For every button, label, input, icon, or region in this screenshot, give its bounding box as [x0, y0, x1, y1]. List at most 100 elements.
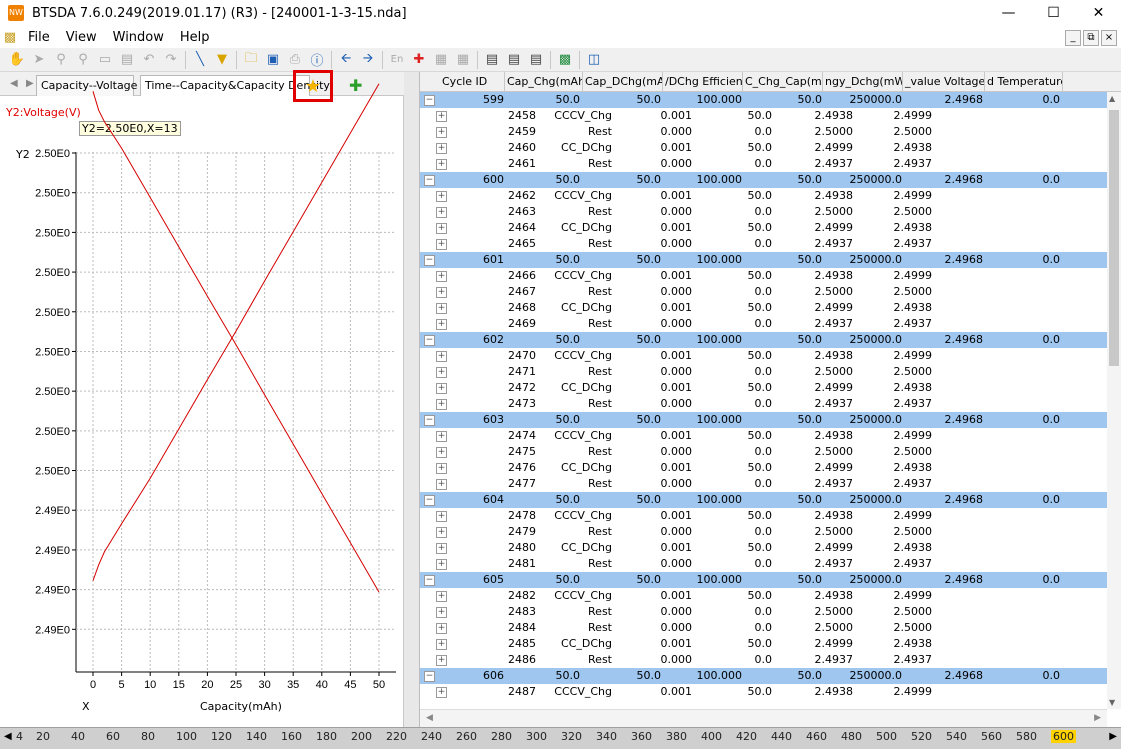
expand-icon[interactable]: + — [436, 527, 447, 538]
step-row[interactable]: +2487 CCCV_Chg 0.001 50.0 2.4938 2.4999 — [420, 684, 1107, 700]
step-row[interactable]: +2474 CCCV_Chg 0.001 50.0 2.4938 2.4999 — [420, 428, 1107, 444]
step-row[interactable]: +2459 Rest 0.000 0.0 2.5000 2.5000 — [420, 124, 1107, 140]
collapse-icon[interactable]: − — [424, 95, 435, 106]
step-row[interactable]: +2482 CCCV_Chg 0.001 50.0 2.4938 2.4999 — [420, 588, 1107, 604]
vertical-scrollbar[interactable]: ▲ ▼ — [1107, 92, 1121, 709]
grid2-icon[interactable]: ▦ — [452, 50, 474, 70]
open-icon[interactable]: 🗀 — [240, 50, 262, 70]
ruler-tick[interactable]: 440 — [771, 730, 792, 743]
expand-icon[interactable]: + — [436, 159, 447, 170]
scroll-thumb[interactable] — [1109, 110, 1119, 366]
step-row[interactable]: +2471 Rest 0.000 0.0 2.5000 2.5000 — [420, 364, 1107, 380]
ruler-tick[interactable]: 280 — [491, 730, 512, 743]
expand-icon[interactable]: + — [436, 543, 447, 554]
expand-icon[interactable]: + — [436, 271, 447, 282]
reset-zoom-icon[interactable]: ▭ — [94, 50, 116, 70]
line-icon[interactable]: ╲ — [189, 50, 211, 70]
menu-help[interactable]: Help — [172, 30, 218, 45]
ruler-tick[interactable]: 220 — [386, 730, 407, 743]
step-row[interactable]: +2472 CC_DChg 0.001 50.0 2.4999 2.4938 — [420, 380, 1107, 396]
ruler-tick[interactable]: 600 — [1051, 730, 1076, 743]
ruler-tick[interactable]: 20 — [36, 730, 50, 743]
cycle-ruler[interactable]: ◀ ▶ 4 20 40 60 80 100 120 140 160 180 200 220 240 260… — [0, 727, 1121, 749]
scroll-down-icon[interactable]: ▼ — [1109, 698, 1115, 707]
step-row[interactable]: +2473 Rest 0.000 0.0 2.4937 2.4937 — [420, 396, 1107, 412]
step-row[interactable]: +2483 Rest 0.000 0.0 2.5000 2.5000 — [420, 604, 1107, 620]
step-row[interactable]: +2475 Rest 0.000 0.0 2.5000 2.5000 — [420, 444, 1107, 460]
collapse-icon[interactable]: − — [424, 671, 435, 682]
ruler-tick[interactable]: 240 — [421, 730, 442, 743]
pane-splitter[interactable] — [404, 72, 420, 728]
header-c-chg-cap[interactable]: C_Chg_Cap(mAh — [743, 72, 823, 92]
mdi-minimize-button[interactable]: _ — [1065, 30, 1081, 46]
expand-icon[interactable]: + — [436, 319, 447, 330]
header-cycle-id[interactable]: Cycle ID — [420, 72, 505, 92]
expand-icon[interactable]: + — [436, 559, 447, 570]
maximize-button[interactable]: ☐ — [1031, 0, 1076, 26]
ruler-tick[interactable]: 260 — [456, 730, 477, 743]
step-row[interactable]: +2458 CCCV_Chg 0.001 50.0 2.4938 2.4999 — [420, 108, 1107, 124]
step-row[interactable]: +2463 Rest 0.000 0.0 2.5000 2.5000 — [420, 204, 1107, 220]
expand-icon[interactable]: + — [436, 127, 447, 138]
ruler-tick[interactable]: 480 — [841, 730, 862, 743]
step-row[interactable]: +2470 CCCV_Chg 0.001 50.0 2.4938 2.4999 — [420, 348, 1107, 364]
ruler-tick[interactable]: 200 — [351, 730, 372, 743]
cycle-row[interactable]: −604 50.0 50.0 100.000 50.0 250000.0 2.4968 0.0 — [420, 492, 1107, 508]
scroll-right-icon[interactable]: ▶ — [1094, 713, 1101, 723]
step-row[interactable]: +2464 CC_DChg 0.001 50.0 2.4999 2.4938 — [420, 220, 1107, 236]
step-row[interactable]: +2460 CC_DChg 0.001 50.0 2.4999 2.4938 — [420, 140, 1107, 156]
menu-view[interactable]: View — [58, 30, 105, 45]
step-row[interactable]: +2468 CC_DChg 0.001 50.0 2.4999 2.4938 — [420, 300, 1107, 316]
expand-icon[interactable]: + — [436, 607, 447, 618]
step-row[interactable]: +2476 CC_DChg 0.001 50.0 2.4999 2.4938 — [420, 460, 1107, 476]
ruler-tick[interactable]: 400 — [701, 730, 722, 743]
cycle-row[interactable]: −603 50.0 50.0 100.000 50.0 250000.0 2.4968 0.0 — [420, 412, 1107, 428]
step-row[interactable]: +2477 Rest 0.000 0.0 2.4937 2.4937 — [420, 476, 1107, 492]
close-button[interactable]: ✕ — [1076, 0, 1121, 26]
collapse-icon[interactable]: − — [424, 575, 435, 586]
collapse-icon[interactable]: − — [424, 335, 435, 346]
expand-icon[interactable]: + — [436, 687, 447, 698]
ruler-tick[interactable]: 160 — [281, 730, 302, 743]
print-icon[interactable]: ⎙ — [284, 50, 306, 70]
ruler-tick[interactable]: 540 — [946, 730, 967, 743]
expand-icon[interactable]: + — [436, 431, 447, 442]
grid-icon[interactable]: ▦ — [430, 50, 452, 70]
expand-icon[interactable]: + — [436, 447, 447, 458]
forward-icon[interactable]: 🡪 — [357, 50, 379, 70]
zoom-out-icon[interactable]: ⚲ — [72, 50, 94, 70]
mdi-restore-button[interactable]: ⧉ — [1083, 30, 1099, 46]
header-energy-dchg[interactable]: ngy_Dchg(mWh — [823, 72, 903, 92]
cycle-row[interactable]: −606 50.0 50.0 100.000 50.0 250000.0 2.4968 0.0 — [420, 668, 1107, 684]
ruler-tick[interactable]: 460 — [806, 730, 827, 743]
header-temperature[interactable]: d Temperature(° — [985, 72, 1063, 92]
pointer-icon[interactable]: ➤ — [28, 50, 50, 70]
expand-icon[interactable]: + — [436, 463, 447, 474]
expand-icon[interactable]: + — [436, 239, 447, 250]
collapse-icon[interactable]: − — [424, 175, 435, 186]
save-icon[interactable]: ▣ — [262, 50, 284, 70]
step-row[interactable]: +2466 CCCV_Chg 0.001 50.0 2.4938 2.4999 — [420, 268, 1107, 284]
excel-icon[interactable]: ▩ — [554, 50, 576, 70]
collapse-icon[interactable]: − — [424, 255, 435, 266]
ruler-tick[interactable]: 360 — [631, 730, 652, 743]
ruler-tick[interactable]: 40 — [71, 730, 85, 743]
expand-icon[interactable]: + — [436, 303, 447, 314]
cycle-row[interactable]: −602 50.0 50.0 100.000 50.0 250000.0 2.4968 0.0 — [420, 332, 1107, 348]
table3-icon[interactable]: ▤ — [525, 50, 547, 70]
step-row[interactable]: +2465 Rest 0.000 0.0 2.4937 2.4937 — [420, 236, 1107, 252]
ruler-tick[interactable]: 60 — [106, 730, 120, 743]
step-row[interactable]: +2478 CCCV_Chg 0.001 50.0 2.4938 2.4999 — [420, 508, 1107, 524]
step-row[interactable]: +2485 CC_DChg 0.001 50.0 2.4999 2.4938 — [420, 636, 1107, 652]
ruler-tick[interactable]: 300 — [526, 730, 547, 743]
scroll-left-icon[interactable]: ◀ — [426, 713, 433, 723]
ruler-right-icon[interactable]: ▶ — [1109, 731, 1117, 742]
step-row[interactable]: +2467 Rest 0.000 0.0 2.5000 2.5000 — [420, 284, 1107, 300]
expand-icon[interactable]: + — [436, 223, 447, 234]
step-row[interactable]: +2484 Rest 0.000 0.0 2.5000 2.5000 — [420, 620, 1107, 636]
step-row[interactable]: +2481 Rest 0.000 0.0 2.4937 2.4937 — [420, 556, 1107, 572]
english-icon[interactable]: En — [386, 50, 408, 70]
redo-icon[interactable]: ↷ — [160, 50, 182, 70]
expand-icon[interactable]: + — [436, 367, 447, 378]
collapse-icon[interactable]: − — [424, 415, 435, 426]
